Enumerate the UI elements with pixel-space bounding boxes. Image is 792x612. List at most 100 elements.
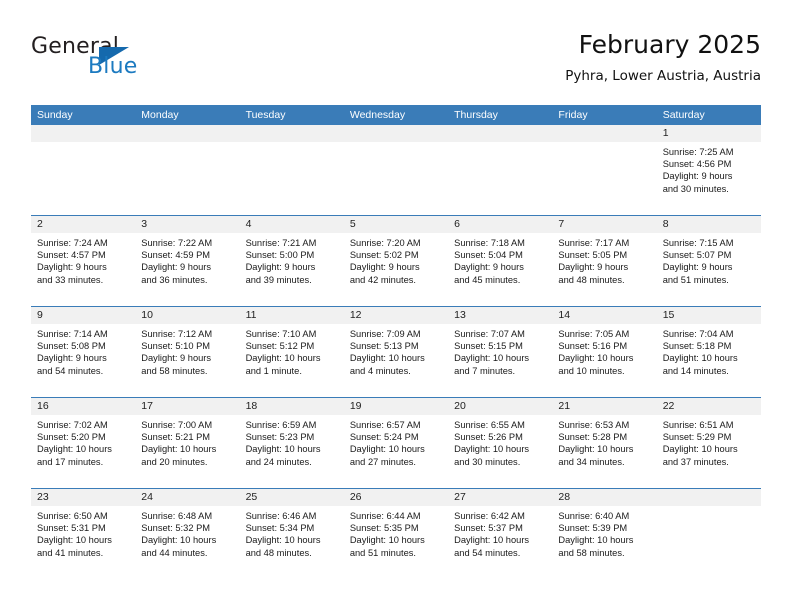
daylight-text-line1: Daylight: 10 hours — [141, 444, 217, 455]
day-sun-info: Sunrise: 7:00 AM Sunset: 5:21 PM Daylight:… — [135, 416, 239, 468]
day-cell[interactable]: 8 Sunrise: 7:15 AM Sunset: 5:07 PM Daylight… — [656, 216, 761, 306]
day-sun-info: Sunrise: 7:18 AM Sunset: 5:04 PM Daylight:… — [448, 234, 552, 286]
day-cell[interactable]: 3 Sunrise: 7:22 AM Sunset: 4:59 PM Daylight… — [135, 216, 240, 306]
sunrise-text: Sunrise: 7:04 AM — [662, 329, 734, 339]
sunrise-text: Sunrise: 7:21 AM — [245, 238, 317, 248]
sunrise-text: Sunrise: 7:02 AM — [37, 420, 108, 430]
day-cell[interactable]: 14 Sunrise: 7:05 AM Sunset: 5:16 PM Dayligh… — [552, 307, 657, 397]
daylight-text-line2: and 30 minutes. — [454, 456, 521, 467]
sunset-text: Sunset: 5:04 PM — [454, 250, 523, 261]
day-sun-info: Sunrise: 6:53 AM Sunset: 5:28 PM Daylight:… — [552, 416, 656, 468]
day-number-band: 7 — [552, 216, 657, 234]
sunset-text: Sunset: 5:10 PM — [141, 341, 211, 352]
day-number-band — [343, 125, 449, 143]
day-cell[interactable]: 18 Sunrise: 6:59 AM Sunset: 5:23 PM Dayligh… — [239, 398, 344, 488]
sunset-text: Sunset: 5:05 PM — [558, 250, 628, 261]
daylight-text-line1: Daylight: 9 hours — [349, 262, 420, 273]
day-cell[interactable]: 4 Sunrise: 7:21 AM Sunset: 5:00 PM Daylight… — [239, 216, 344, 306]
calendar-weeks: 1 Sunrise: 7:25 AM Sunset: 4:56 PM Daylight… — [31, 125, 761, 579]
day-number: 4 — [245, 218, 252, 230]
daylight-text-line2: and 1 minute. — [245, 365, 302, 376]
daylight-text-line1: Daylight: 9 hours — [37, 353, 107, 364]
daylight-text-line1: Daylight: 10 hours — [558, 535, 634, 546]
sunrise-text: Sunrise: 6:50 AM — [37, 511, 108, 521]
sunrise-text: Sunrise: 6:42 AM — [454, 511, 525, 521]
sunset-text: Sunset: 5:12 PM — [245, 341, 315, 352]
day-sun-info: Sunrise: 6:57 AM Sunset: 5:24 PM Daylight:… — [344, 416, 448, 468]
day-cell[interactable]: 5 Sunrise: 7:20 AM Sunset: 5:02 PM Daylight… — [343, 216, 449, 306]
day-cell[interactable]: 27 Sunrise: 6:42 AM Sunset: 5:37 PM Dayligh… — [448, 489, 553, 579]
day-sun-info: Sunrise: 7:22 AM Sunset: 4:59 PM Daylight:… — [135, 234, 239, 286]
sunrise-text: Sunrise: 7:25 AM — [662, 147, 734, 157]
day-cell[interactable]: 13 Sunrise: 7:07 AM Sunset: 5:15 PM Dayligh… — [448, 307, 553, 397]
day-number: 19 — [349, 400, 362, 412]
day-cell[interactable]: 9 Sunrise: 7:14 AM Sunset: 5:08 PM Daylight… — [31, 307, 136, 397]
day-cell[interactable]: 16 Sunrise: 7:02 AM Sunset: 5:20 PM Dayligh… — [31, 398, 136, 488]
day-sun-info: Sunrise: 6:59 AM Sunset: 5:23 PM Daylight:… — [240, 416, 344, 468]
daylight-text-line2: and 24 minutes. — [245, 456, 312, 467]
daylight-text-line1: Daylight: 9 hours — [141, 353, 212, 364]
sunset-text: Sunset: 5:23 PM — [245, 432, 315, 443]
daylight-text-line1: Daylight: 10 hours — [662, 353, 738, 364]
day-cell[interactable]: 20 Sunrise: 6:55 AM Sunset: 5:26 PM Dayligh… — [448, 398, 553, 488]
day-cell[interactable]: 26 Sunrise: 6:44 AM Sunset: 5:35 PM Dayligh… — [343, 489, 449, 579]
day-number-band: 16 — [31, 398, 136, 416]
day-cell[interactable]: 22 Sunrise: 6:51 AM Sunset: 5:29 PM Dayligh… — [656, 398, 761, 488]
sunrise-text: Sunrise: 7:12 AM — [141, 329, 213, 339]
daylight-text-line2: and 14 minutes. — [662, 365, 729, 376]
day-cell[interactable]: 15 Sunrise: 7:04 AM Sunset: 5:18 PM Dayligh… — [656, 307, 761, 397]
sunrise-text: Sunrise: 6:46 AM — [245, 511, 317, 521]
sunrise-text: Sunrise: 7:24 AM — [37, 238, 108, 248]
daylight-text-line2: and 48 minutes. — [558, 274, 625, 285]
day-cell[interactable]: 12 Sunrise: 7:09 AM Sunset: 5:13 PM Dayligh… — [343, 307, 449, 397]
day-number-band: 20 — [448, 398, 553, 416]
daylight-text-line1: Daylight: 9 hours — [141, 262, 212, 273]
day-cell[interactable]: 25 Sunrise: 6:46 AM Sunset: 5:34 PM Dayligh… — [239, 489, 344, 579]
daylight-text-line1: Daylight: 10 hours — [558, 353, 634, 364]
sunrise-text: Sunrise: 6:57 AM — [349, 420, 421, 430]
day-number: 9 — [37, 309, 43, 321]
day-sun-info: Sunrise: 6:55 AM Sunset: 5:26 PM Daylight:… — [448, 416, 552, 468]
day-number-band — [239, 125, 344, 143]
day-number-band: 13 — [448, 307, 553, 325]
day-number: 16 — [37, 400, 49, 412]
day-number-band — [448, 125, 553, 143]
day-number: 12 — [349, 309, 362, 321]
day-number-band: 25 — [239, 489, 344, 507]
logo-text-blue: Blue — [88, 54, 138, 79]
day-number-band: 27 — [448, 489, 553, 507]
day-number: 11 — [245, 309, 257, 321]
day-cell-empty — [239, 125, 344, 215]
day-sun-info: Sunrise: 7:25 AM Sunset: 4:56 PM Daylight:… — [657, 143, 761, 195]
day-cell[interactable]: 10 Sunrise: 7:12 AM Sunset: 5:10 PM Dayligh… — [135, 307, 240, 397]
sunrise-text: Sunrise: 7:17 AM — [558, 238, 630, 248]
sunrise-text: Sunrise: 6:55 AM — [454, 420, 525, 430]
sunset-text: Sunset: 5:39 PM — [558, 523, 628, 534]
day-number-band: 17 — [135, 398, 240, 416]
day-cell[interactable]: 19 Sunrise: 6:57 AM Sunset: 5:24 PM Dayligh… — [343, 398, 449, 488]
daylight-text-line1: Daylight: 10 hours — [141, 535, 217, 546]
day-cell[interactable]: 28 Sunrise: 6:40 AM Sunset: 5:39 PM Dayligh… — [552, 489, 657, 579]
day-cell[interactable]: 11 Sunrise: 7:10 AM Sunset: 5:12 PM Dayligh… — [239, 307, 344, 397]
day-cell[interactable]: 21 Sunrise: 6:53 AM Sunset: 5:28 PM Dayligh… — [552, 398, 657, 488]
day-cell[interactable]: 23 Sunrise: 6:50 AM Sunset: 5:31 PM Dayligh… — [31, 489, 136, 579]
day-cell[interactable]: 1 Sunrise: 7:25 AM Sunset: 4:56 PM Daylight… — [656, 125, 761, 215]
day-cell[interactable]: 2 Sunrise: 7:24 AM Sunset: 4:57 PM Daylight… — [31, 216, 136, 306]
sunset-text: Sunset: 5:37 PM — [454, 523, 523, 534]
day-number-band: 3 — [135, 216, 240, 234]
sunset-text: Sunset: 5:20 PM — [37, 432, 106, 443]
day-number: 27 — [454, 491, 466, 503]
weekday-sunday: Sunday — [37, 109, 73, 121]
day-cell[interactable]: 17 Sunrise: 7:00 AM Sunset: 5:21 PM Dayligh… — [135, 398, 240, 488]
daylight-text-line1: Daylight: 10 hours — [245, 444, 321, 455]
sunset-text: Sunset: 5:02 PM — [349, 250, 419, 261]
day-cell[interactable]: 24 Sunrise: 6:48 AM Sunset: 5:32 PM Dayligh… — [135, 489, 240, 579]
daylight-text-line2: and 37 minutes. — [662, 456, 729, 467]
daylight-text-line2: and 54 minutes. — [454, 547, 521, 558]
day-cell[interactable]: 6 Sunrise: 7:18 AM Sunset: 5:04 PM Daylight… — [448, 216, 553, 306]
day-sun-info: Sunrise: 6:50 AM Sunset: 5:31 PM Daylight:… — [31, 507, 135, 559]
day-cell[interactable]: 7 Sunrise: 7:17 AM Sunset: 5:05 PM Daylight… — [552, 216, 657, 306]
day-number-band: 11 — [239, 307, 344, 325]
day-number: 25 — [245, 491, 258, 503]
day-number: 23 — [37, 491, 49, 503]
